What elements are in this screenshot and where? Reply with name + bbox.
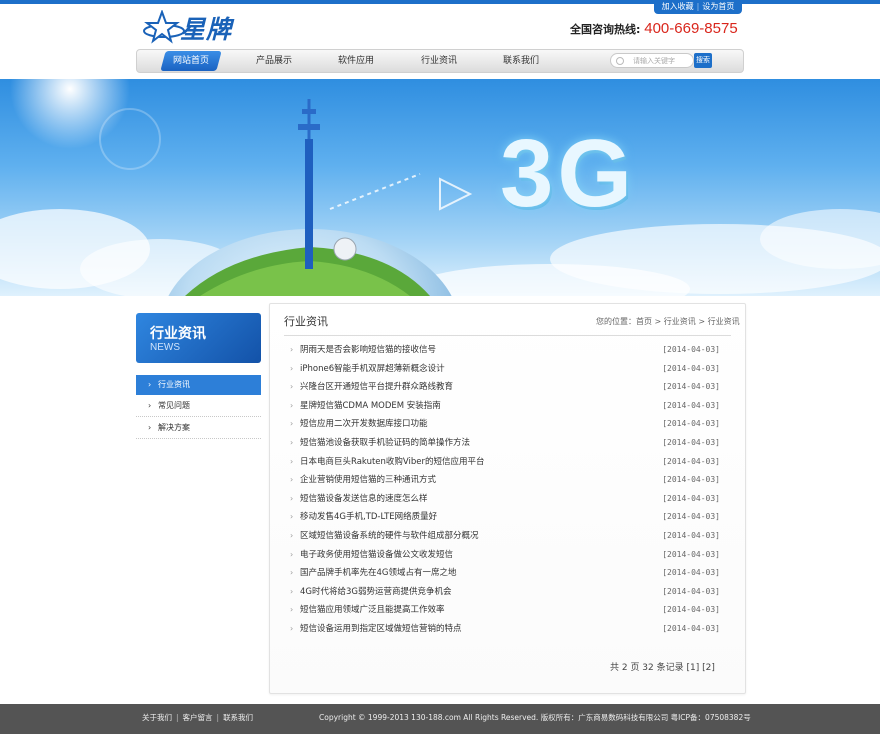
arrow-icon: › bbox=[290, 363, 294, 373]
list-item[interactable]: › 短信猫设备发送信息的速度怎么样 [2014-04-03] bbox=[290, 490, 720, 509]
arrow-icon: › bbox=[290, 549, 294, 559]
arrow-icon: › bbox=[290, 400, 294, 410]
list-item[interactable]: › 国产品牌手机率先在4G领域占有一席之地 [2014-04-03] bbox=[290, 564, 720, 583]
list-item[interactable]: › 企业营销使用短信猫的三种通讯方式 [2014-04-03] bbox=[290, 471, 720, 490]
bullet-icon: › bbox=[148, 423, 152, 432]
top-links: 加入收藏 | 设为首页 bbox=[654, 0, 742, 14]
pagination[interactable]: 共 2 页 32 条记录 [1] [2] bbox=[610, 660, 715, 673]
arrow-icon: › bbox=[290, 437, 294, 447]
search-button[interactable]: 搜索 bbox=[694, 53, 712, 68]
add-favorite-link[interactable]: 加入收藏 bbox=[662, 2, 694, 11]
hotline: 全国咨询热线: 400-669-8575 bbox=[570, 20, 738, 37]
nav-products[interactable]: 产品展示 bbox=[248, 50, 300, 72]
arrow-icon: › bbox=[290, 623, 294, 633]
list-item[interactable]: › 短信猫应用领域广泛且能提高工作效率 [2014-04-03] bbox=[290, 601, 720, 620]
sidebar-menu: › 行业资讯 › 常见问题 › 解决方案 bbox=[136, 375, 261, 440]
footer-links: 关于我们 | 客户留言 | 联系我们 bbox=[142, 713, 254, 722]
nav-home[interactable]: 网站首页 bbox=[160, 51, 222, 71]
set-homepage-link[interactable]: 设为首页 bbox=[702, 2, 734, 11]
list-item[interactable]: › 短信设备运用到指定区域做短信营销的特点 [2014-04-03] bbox=[290, 620, 720, 639]
arrow-icon: › bbox=[290, 382, 294, 392]
footer-link-feedback[interactable]: 客户留言 bbox=[183, 713, 213, 722]
arrow-icon: › bbox=[290, 475, 294, 485]
banner: 3G bbox=[0, 79, 880, 296]
arrow-icon: › bbox=[290, 456, 294, 466]
arrow-icon: › bbox=[290, 568, 294, 578]
banner-headline: 3G bbox=[500, 120, 637, 227]
breadcrumb[interactable]: 您的位置：首页 > 行业资讯 > 行业资讯 bbox=[596, 316, 740, 327]
list-item[interactable]: › iPhone6智能手机双屏超薄新概念设计 [2014-04-03] bbox=[290, 360, 720, 379]
sidebar-item-faq[interactable]: › 常见问题 bbox=[136, 396, 261, 417]
copyright: Copyright © 1999-2013 130-188.com All Ri… bbox=[319, 713, 751, 722]
list-item[interactable]: › 区域短信猫设备系统的硬件与软件组成部分概况 [2014-04-03] bbox=[290, 527, 720, 546]
sidebar-title: 行业资讯 bbox=[150, 326, 206, 342]
nav-industry-news[interactable]: 行业资讯 bbox=[413, 50, 465, 72]
search-icon bbox=[616, 57, 624, 65]
content-panel: 行业资讯 您的位置：首页 > 行业资讯 > 行业资讯 › 阴雨天是否会影响短信猫的… bbox=[269, 303, 746, 694]
sidebar-subtitle: NEWS bbox=[150, 342, 180, 353]
nav-contact[interactable]: 联系我们 bbox=[495, 50, 547, 72]
nav-software[interactable]: 软件应用 bbox=[330, 50, 382, 72]
arrow-icon: › bbox=[290, 345, 294, 354]
sidebar-item-solutions[interactable]: › 解决方案 bbox=[136, 418, 261, 439]
list-item[interactable]: › 阴雨天是否会影响短信猫的接收信号 [2014-04-03] bbox=[290, 341, 720, 360]
bullet-icon: › bbox=[148, 380, 152, 389]
list-item[interactable]: › 短信猫池设备获取手机验证码的简单操作方法 [2014-04-03] bbox=[290, 434, 720, 453]
page-title: 行业资讯 bbox=[284, 315, 328, 328]
list-item[interactable]: › 日本电商巨头Rakuten收购Viber的短信应用平台 [2014-04-03] bbox=[290, 453, 720, 472]
arrow-icon: › bbox=[290, 512, 294, 522]
arrow-icon: › bbox=[290, 493, 294, 503]
divider bbox=[284, 335, 731, 336]
sidebar-item-industry-news[interactable]: › 行业资讯 bbox=[136, 375, 261, 395]
list-item[interactable]: › 电子政务使用短信猫设备做公文收发短信 [2014-04-03] bbox=[290, 546, 720, 565]
hotline-number: 400-669-8575 bbox=[644, 20, 738, 37]
list-item[interactable]: › 4G时代将给3G弱势运营商提供竞争机会 [2014-04-03] bbox=[290, 583, 720, 602]
list-item[interactable]: › 短信应用二次开发数据库接口功能 [2014-04-03] bbox=[290, 415, 720, 434]
top-accent-bar bbox=[0, 0, 880, 4]
footer-link-contact[interactable]: 联系我们 bbox=[223, 713, 253, 722]
sidebar-header: 行业资讯 NEWS bbox=[136, 313, 261, 363]
banner-illustration bbox=[0, 79, 880, 296]
list-item[interactable]: › 星牌短信猫CDMA MODEM 安装指南 [2014-04-03] bbox=[290, 397, 720, 416]
footer: 关于我们 | 客户留言 | 联系我们 Copyright © 1999-2013 130… bbox=[0, 704, 880, 734]
list-item[interactable]: › 移动发售4G手机,TD-LTE网络质量好 [2014-04-03] bbox=[290, 508, 720, 527]
article-list: › 阴雨天是否会影响短信猫的接收信号 [2014-04-03] › iPhone6智能… bbox=[290, 341, 720, 639]
footer-link-about[interactable]: 关于我们 bbox=[142, 713, 172, 722]
arrow-icon: › bbox=[290, 586, 294, 596]
arrow-icon: › bbox=[290, 605, 294, 615]
bullet-icon: › bbox=[148, 401, 152, 410]
list-item[interactable]: › 兴隆台区开通短信平台提升群众路线教育 [2014-04-03] bbox=[290, 378, 720, 397]
arrow-icon: › bbox=[290, 530, 294, 540]
arrow-icon: › bbox=[290, 419, 294, 429]
hotline-label: 全国咨询热线: bbox=[570, 23, 641, 36]
brand-name[interactable]: 星牌 bbox=[180, 10, 232, 46]
